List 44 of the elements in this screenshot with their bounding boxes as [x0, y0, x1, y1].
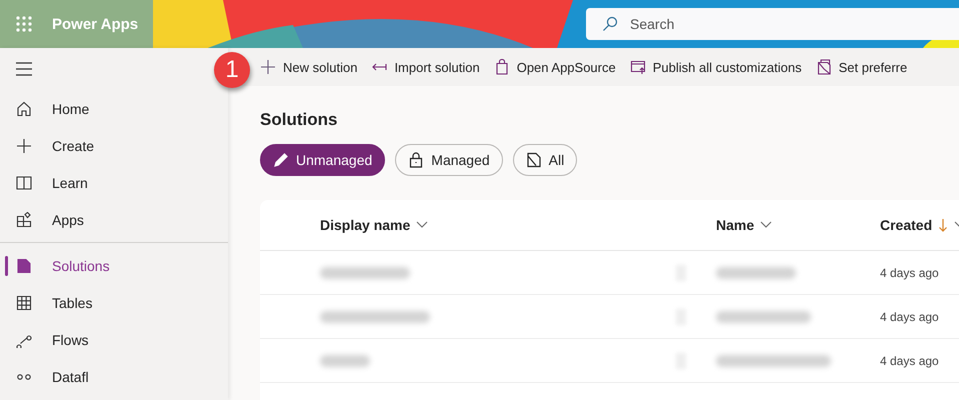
sidebar-item[interactable]: Flows — [0, 321, 228, 358]
window-icon — [630, 59, 646, 75]
sidebar-item[interactable]: Solutions — [0, 247, 228, 284]
search-field[interactable]: Search — [586, 8, 959, 40]
table-cell: 4 days ago — [880, 310, 939, 324]
column-header[interactable]: Name — [716, 200, 880, 250]
app-name: Power Apps — [52, 16, 138, 32]
grid-icon — [16, 294, 32, 310]
table-cell: 4 days ago — [880, 354, 939, 368]
folder-icon — [816, 59, 832, 75]
sidebar-item[interactable]: Datafl — [0, 358, 228, 395]
folder-icon — [16, 258, 32, 274]
lock-icon — [408, 152, 424, 168]
toolbar-button[interactable]: Set preferre — [814, 59, 910, 75]
column-header[interactable]: Created — [880, 200, 959, 250]
sidebar-item[interactable]: Home — [0, 90, 228, 127]
book-icon — [16, 174, 32, 190]
folder-icon — [526, 152, 542, 168]
chevron-down-icon — [416, 221, 428, 229]
sidebar-item[interactable]: Create — [0, 127, 228, 164]
filter-pill[interactable]: All — [512, 144, 578, 176]
dots-icon — [16, 374, 32, 380]
step-badge: 1 — [214, 52, 250, 88]
bag-icon — [494, 59, 510, 75]
plus-icon — [260, 59, 276, 75]
house-icon — [16, 100, 32, 116]
toolbar-button[interactable]: Open AppSource — [492, 59, 618, 75]
filter-pill[interactable]: Managed — [395, 144, 503, 176]
filter-pill[interactable]: Unmanaged — [260, 144, 386, 176]
plus-icon — [16, 138, 32, 154]
toolbar-button[interactable]: New solution — [258, 59, 360, 75]
sidebar-item[interactable]: Learn — [0, 164, 228, 201]
menu-icon[interactable] — [15, 62, 33, 76]
pencil-icon — [273, 152, 289, 168]
toolbar-button[interactable]: Publish all customizations — [628, 59, 804, 75]
apps-icon — [16, 212, 32, 228]
column-header[interactable]: Display name — [320, 200, 716, 250]
blurred-text — [320, 354, 370, 366]
chevron-down-icon — [760, 221, 772, 229]
table-cell: 4 days ago — [880, 266, 939, 280]
sidebar-item[interactable]: Tables — [0, 284, 228, 321]
toolbar-button[interactable]: Import solution — [369, 59, 482, 75]
page-title: Solutions — [260, 110, 338, 130]
sidebar-item[interactable]: Apps — [0, 201, 228, 238]
